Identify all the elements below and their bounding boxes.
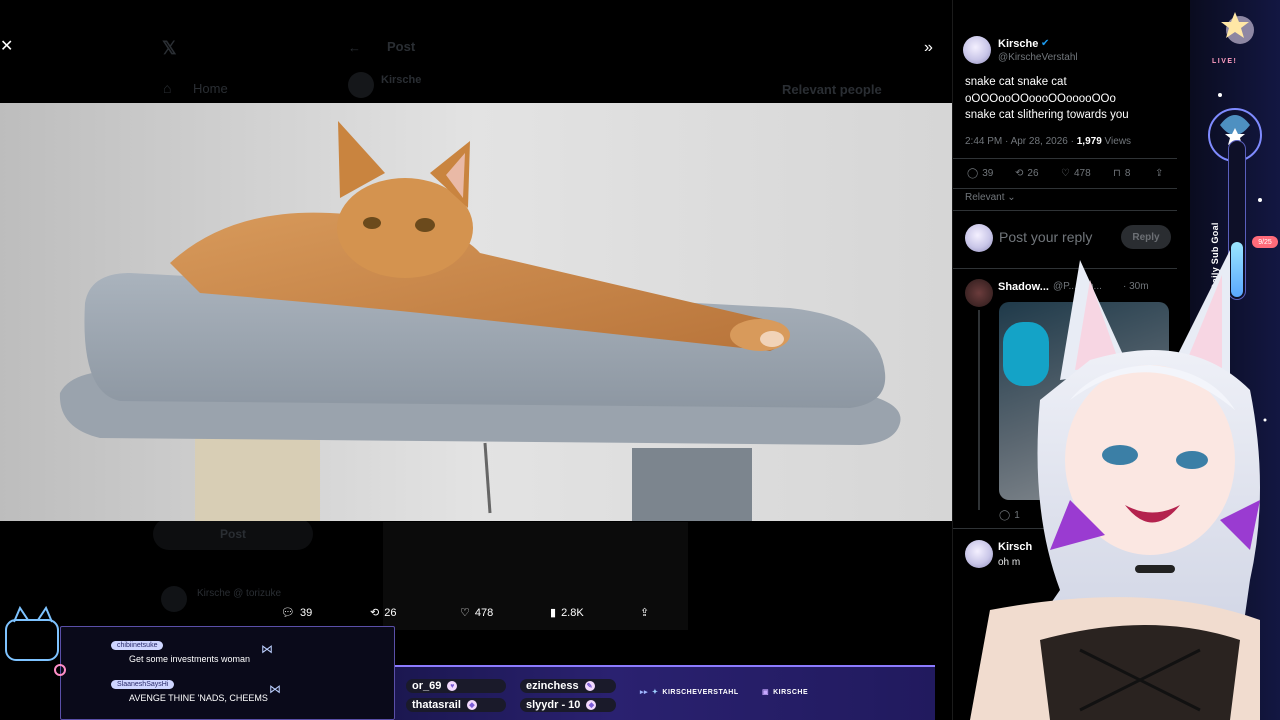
reply-sort-dropdown[interactable]: Relevant ⌄	[965, 192, 1016, 203]
gem-icon: ◆	[586, 700, 597, 710]
viewer-likes-count: 478	[474, 606, 494, 619]
reply-input[interactable]: Post your reply	[999, 229, 1092, 245]
chat-message: Get some investments woman	[129, 654, 251, 664]
my-avatar	[965, 224, 993, 252]
viewer-replies-count: 39	[299, 606, 313, 619]
bg-reply-avatar	[161, 586, 187, 612]
bg-author: Kirsche	[381, 74, 422, 86]
repost-icon: ⟲	[1015, 168, 1024, 179]
cat-on-cat-tree-image	[0, 103, 952, 521]
chat-message: AVENGE THINE 'NADS, CHEEMS	[129, 693, 268, 703]
share-button[interactable]: ⇪	[1155, 168, 1163, 179]
tweet-actions: ◯ 39 ⟲ 26 ♡ 478 ⊓ 8 ⇪	[967, 168, 1167, 184]
share-icon: ⇪	[1155, 168, 1164, 179]
bow-icon: ⋈	[269, 682, 281, 696]
like-count: 478	[1073, 168, 1091, 179]
home-icon: ⌂	[163, 80, 172, 96]
bg-post-header: Post	[387, 39, 416, 54]
viewer-views-count: 2.8K	[561, 606, 584, 619]
repost-icon: ⟲	[370, 607, 380, 619]
heart-icon: ♡	[1061, 168, 1070, 179]
reply-sort-label: Relevant	[965, 192, 1005, 203]
viewer-likes-button[interactable]: ♡ 478	[460, 606, 494, 620]
bg-avatar	[348, 72, 374, 98]
feather-icon: ✎	[584, 681, 595, 691]
tweet-photo[interactable]	[0, 103, 952, 521]
viewer-reposts-count: 26	[384, 606, 397, 619]
live-label: LIVE!	[1212, 58, 1238, 65]
author-name[interactable]: Kirsche	[998, 38, 1038, 50]
reply-button[interactable]: ◯ 39	[967, 168, 993, 179]
ticker-text: ezinchess	[526, 680, 579, 692]
reply-icon: ◯	[967, 168, 979, 179]
viewer-reposts-button[interactable]: ⟲ 26	[370, 606, 397, 620]
ticker-item: slyydr - 10 ◆	[520, 698, 616, 712]
bookmark-button[interactable]: ⊓ 8	[1113, 168, 1130, 179]
close-icon[interactable]: ✕	[0, 39, 14, 55]
ticker-item: ezinchess ✎	[520, 679, 616, 693]
expand-panel-icon[interactable]: »	[924, 40, 933, 56]
reply-submit-button[interactable]: Reply	[1121, 225, 1171, 249]
views-icon: ▮	[550, 607, 557, 619]
social-twitter: ▸▸ ✦ KIRSCHEVERSTAHL	[640, 688, 739, 697]
twitter-handle: KIRSCHEVERSTAHL	[662, 688, 739, 696]
divider	[953, 210, 1177, 211]
tweet-views-label: Views	[1104, 136, 1132, 147]
chat-username: chibiinetsuke	[111, 641, 164, 650]
sub-goal-count: 9/25	[1252, 236, 1278, 248]
divider	[953, 158, 1177, 159]
ticker-item: thatasrail ◆	[406, 698, 506, 712]
cat-mascot-icon	[5, 605, 66, 676]
ticker-item: or_69 ♥	[406, 679, 506, 693]
tweet-text-line-1: snake cat snake cat	[965, 76, 1067, 88]
chevron-down-icon: ⌄	[1007, 192, 1016, 203]
bg-relevant-people: Relevant people	[782, 82, 882, 97]
repost-count: 26	[1027, 168, 1039, 179]
twitch-handle: KIRSCHE	[773, 688, 809, 696]
viewer-replies-button[interactable]: 💬︎ 39	[281, 606, 313, 620]
play-arrows-icon: ▸▸	[640, 689, 649, 696]
gem-icon: ◆	[466, 700, 477, 710]
tweet-timestamp[interactable]: 2:44 PM · Apr 28, 2026 ·	[965, 136, 1074, 147]
verified-badge-icon: ✔	[1041, 38, 1050, 49]
twitch-icon: ▣	[762, 689, 770, 696]
ticker-text: or_69	[412, 680, 442, 692]
tweet-text-line-3: snake cat slithering towards you	[965, 109, 1129, 121]
chat-username: SlaaneshSaysHi	[111, 680, 175, 689]
bow-icon: ⋈	[261, 642, 273, 656]
vtuber-avatar	[930, 250, 1280, 720]
social-twitch: ▣ KIRSCHE	[762, 688, 809, 697]
ticker-text: thatasrail	[412, 699, 461, 711]
author-avatar[interactable]	[963, 36, 991, 64]
reply-count: 39	[982, 168, 994, 179]
heart-icon: ♥	[447, 681, 458, 691]
screen: 𝕏 ← Post ⌂ Home Kirsche Relevant people …	[0, 0, 1280, 720]
tweet-text-line-2: oOOOooOOoooOOooooOOo	[965, 92, 1116, 105]
like-button[interactable]: ♡ 478	[1061, 168, 1091, 179]
author-handle[interactable]: @KirscheVerstahl	[998, 52, 1078, 63]
vtuber-character-illustration	[970, 250, 1260, 720]
tweet-text: snake cat snake cat oOOOooOOoooOOooooOOo…	[965, 74, 1145, 124]
share-icon: ⇪	[640, 607, 650, 619]
bg-nav-home: Home	[193, 81, 228, 96]
twitter-bird-icon: ✦	[652, 689, 659, 696]
repost-button[interactable]: ⟲ 26	[1015, 168, 1039, 179]
bookmark-icon: ⊓	[1113, 168, 1121, 179]
viewer-share-button[interactable]: ⇪	[640, 606, 649, 619]
divider	[953, 188, 1177, 189]
x-logo-icon: 𝕏	[162, 38, 177, 58]
back-arrow-icon: ←	[348, 40, 361, 55]
bookmark-count: 8	[1124, 168, 1131, 179]
bg-reply-preview: Kirsche @ torizuke	[197, 588, 282, 599]
viewer-views-button[interactable]: ▮ 2.8K	[550, 606, 584, 620]
tweet-meta: 2:44 PM · Apr 28, 2026 · 1,979 Views	[965, 136, 1131, 147]
reply-icon: 💬︎	[281, 607, 295, 619]
tweet-views-count: 1,979	[1076, 136, 1102, 147]
heart-icon: ♡	[460, 607, 470, 619]
bg-post-button: Post	[153, 518, 313, 550]
stream-chat: chibiinetsuke Get some investments woman…	[60, 626, 395, 720]
ticker-text: slyydr - 10	[526, 699, 581, 711]
